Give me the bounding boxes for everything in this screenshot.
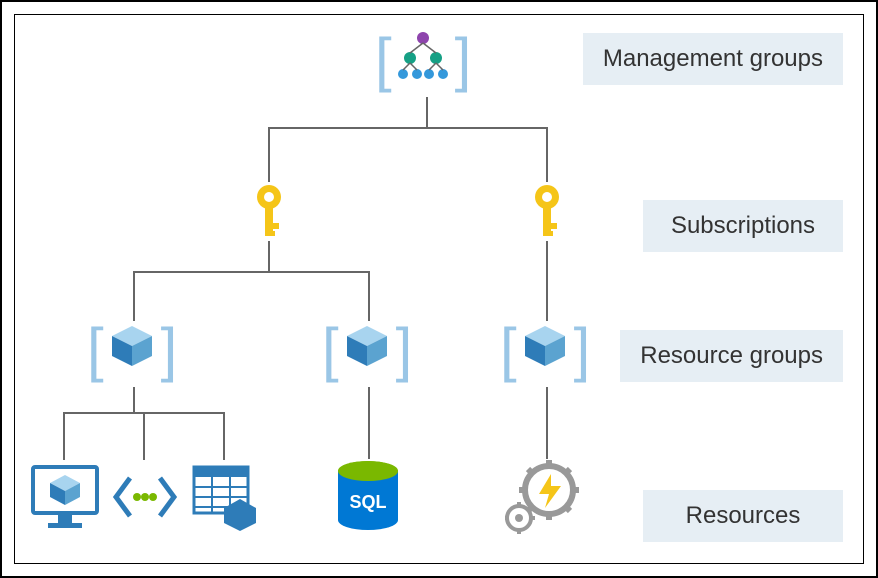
label-resource-groups: Resource groups <box>620 330 843 382</box>
connector <box>546 387 548 459</box>
resource-group-node: [ ] <box>500 320 590 380</box>
hierarchy-diagram: Management groups Subscriptions Resource… <box>14 14 864 564</box>
label-management-groups: Management groups <box>583 33 843 85</box>
management-group-node: [ ] <box>375 30 471 90</box>
connector <box>268 127 548 129</box>
connector <box>63 412 65 460</box>
subscription-key-icon <box>523 183 571 244</box>
connector <box>368 387 370 459</box>
vm-resource-icon <box>30 463 100 536</box>
cube-icon <box>343 322 391 370</box>
cube-icon <box>521 322 569 370</box>
function-app-resource-icon <box>505 460 587 543</box>
storage-table-resource-icon <box>190 463 260 536</box>
connector <box>426 97 428 127</box>
connector <box>268 127 270 182</box>
cube-icon <box>108 322 156 370</box>
connector <box>223 412 225 460</box>
sql-database-resource-icon: SQL <box>335 460 401 539</box>
resource-group-node: [ ] <box>322 320 412 380</box>
connector <box>133 271 135 321</box>
connector <box>133 271 370 273</box>
connector <box>143 412 145 460</box>
connector <box>546 241 548 321</box>
subscription-key-icon <box>245 183 293 244</box>
code-resource-icon <box>110 468 180 531</box>
label-subscriptions: Subscriptions <box>643 200 843 252</box>
hierarchy-tree-icon <box>396 30 450 80</box>
connector <box>368 271 370 321</box>
connector <box>133 387 135 412</box>
connector <box>268 241 270 271</box>
connector <box>546 127 548 182</box>
resource-group-node: [ ] <box>87 320 177 380</box>
sql-label: SQL <box>349 492 386 512</box>
label-resources: Resources <box>643 490 843 542</box>
